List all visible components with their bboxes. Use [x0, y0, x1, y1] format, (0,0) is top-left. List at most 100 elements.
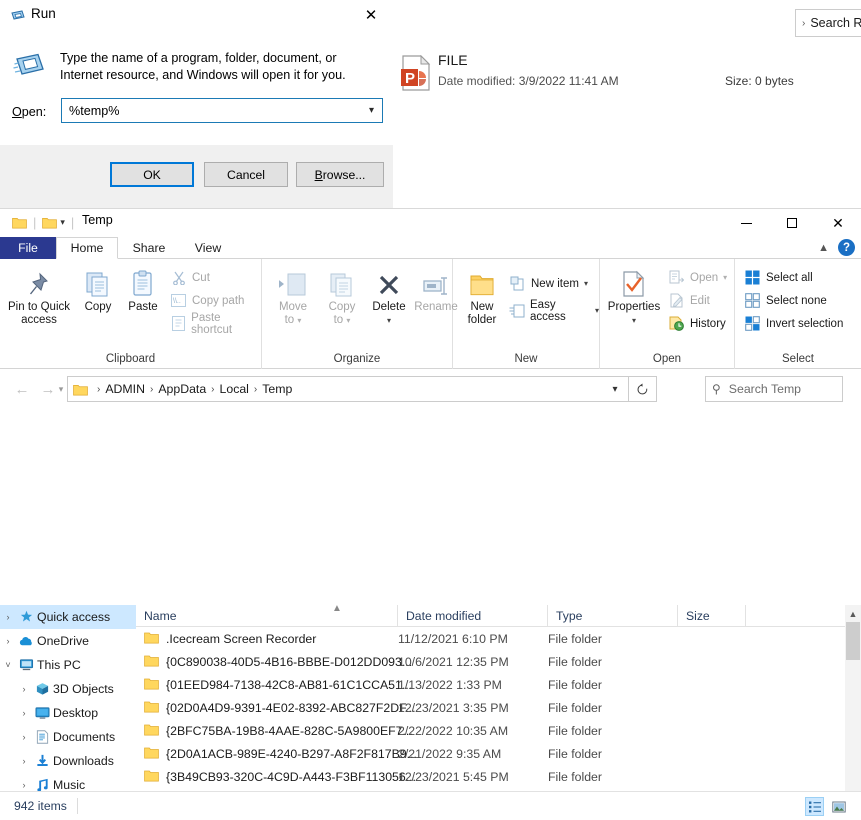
search-results-address-bar[interactable]: › Search Results in Temp ▾ [795, 9, 861, 37]
easy-access-label: Easy access [530, 298, 566, 323]
file-list-row[interactable]: {01EED984-7138-42C8-AB81-61C1CCA51... 1/1… [136, 673, 853, 696]
chevron-down-icon[interactable]: ▾ [361, 99, 382, 122]
run-browse-button[interactable]: Browse... [296, 162, 384, 187]
sidebar-item-3d-objects[interactable]: › 3D Objects [0, 677, 136, 701]
large-icons-view-icon [831, 801, 846, 812]
tab-share[interactable]: Share [118, 237, 180, 259]
breadcrumb-address-bar[interactable]: › ADMIN › AppData › Local › Temp ▾ [67, 376, 629, 402]
breadcrumb-item-temp[interactable]: Temp [262, 382, 292, 396]
column-header-type[interactable]: Type [548, 605, 678, 626]
edit-button[interactable]: Edit [668, 291, 710, 310]
easy-access-caret-icon[interactable]: ▾ [595, 306, 599, 315]
select-none-button[interactable]: Select none [744, 291, 827, 310]
properties-icon[interactable] [42, 216, 58, 229]
move-to-button[interactable]: Move to ▾ [270, 264, 316, 327]
chevron-right-icon[interactable]: › [16, 780, 32, 790]
explorer-minimize-button[interactable] [723, 209, 769, 237]
properties-caret-icon[interactable]: ▾ [632, 314, 636, 327]
properties-button[interactable]: Properties ▾ [602, 264, 666, 327]
history-button[interactable]: History [668, 314, 726, 333]
easy-access-button[interactable]: Easy access ▾ [509, 298, 599, 323]
chevron-right-icon[interactable]: › [16, 756, 32, 766]
search-result-item[interactable]: P FILE Date modified: 3/9/2022 11:41 AM … [398, 52, 818, 96]
sidebar-item-this-pc[interactable]: ˅ This PC [0, 653, 136, 677]
select-all-button[interactable]: Select all [744, 268, 813, 287]
run-cancel-button[interactable]: Cancel [204, 162, 288, 187]
file-date-cell: 2/21/2022 9:35 AM [398, 746, 502, 761]
file-list-scrollbar[interactable]: ▲ [845, 605, 861, 820]
column-header-date-modified[interactable]: Date modified [398, 605, 548, 626]
downloads-icon [32, 754, 53, 768]
pin-to-quick-access-button[interactable]: Pin to Quick access [4, 264, 74, 327]
run-close-button[interactable]: ✕ [349, 0, 393, 30]
sidebar-item-downloads[interactable]: › Downloads [0, 749, 136, 773]
invert-selection-label: Invert selection [766, 317, 844, 330]
paste-shortcut-button[interactable]: Paste shortcut [170, 312, 261, 336]
column-header-name[interactable]: Name [136, 605, 398, 626]
file-list-row[interactable]: {0C890038-40D5-4B16-BBBE-D012DD093... 10/… [136, 650, 853, 673]
file-list-row[interactable]: {2BFC75BA-19B8-4AAE-828C-5A9800EF7... 2/2… [136, 719, 853, 742]
file-list-row[interactable]: {3B49CB93-320C-4C9D-A443-F3BF113056... 12… [136, 765, 853, 788]
sidebar-item-documents[interactable]: › Documents [0, 725, 136, 749]
scroll-up-icon[interactable]: ▲ [845, 605, 861, 622]
large-icons-view-button[interactable] [829, 797, 848, 816]
explorer-refresh-button[interactable] [629, 376, 657, 402]
new-item-button[interactable]: New item ▾ [509, 274, 588, 293]
breadcrumb-item-appdata[interactable]: AppData [158, 382, 206, 396]
help-icon[interactable]: ? [838, 239, 855, 256]
chevron-right-icon[interactable]: › [16, 684, 32, 694]
tab-file[interactable]: File [0, 237, 56, 259]
column-header-size[interactable]: Size [678, 605, 746, 626]
file-type-cell: File folder [548, 769, 602, 784]
tab-home[interactable]: Home [56, 237, 118, 259]
file-list-row[interactable]: .Icecream Screen Recorder 11/12/2021 6:10… [136, 627, 853, 650]
run-dialog-titlebar[interactable]: Run ✕ [0, 0, 393, 32]
folder-icon[interactable] [12, 216, 27, 229]
file-list-row[interactable]: {02D0A4D9-9391-4E02-8392-ABC827F2DF... 12… [136, 696, 853, 719]
chevron-right-icon[interactable]: › [0, 636, 16, 646]
chevron-right-icon[interactable]: › [0, 612, 16, 622]
customize-caret-icon[interactable]: ▾ [60, 217, 65, 228]
copy-path-button[interactable]: \\.. Copy path [170, 291, 244, 310]
sidebar-item-label: OneDrive [37, 634, 89, 648]
recent-locations-button[interactable]: ▾ [54, 377, 68, 401]
paste-shortcut-icon [170, 316, 186, 332]
copy-button[interactable]: Copy [76, 264, 120, 314]
sidebar-item-quick-access[interactable]: › Quick access [0, 605, 136, 629]
collapse-ribbon-icon[interactable]: ▲ [818, 242, 829, 254]
delete-caret-icon[interactable]: ▾ [387, 314, 391, 327]
explorer-titlebar[interactable]: | ▾ | Temp ✕ [0, 209, 861, 237]
back-button[interactable]: ← [10, 377, 34, 401]
new-folder-button[interactable]: New folder [457, 264, 507, 327]
details-view-button[interactable] [805, 797, 824, 816]
explorer-maximize-button[interactable] [769, 209, 815, 237]
new-item-caret-icon[interactable]: ▾ [584, 279, 588, 288]
folder-icon [144, 631, 159, 647]
file-list-row[interactable]: {2D0A1ACB-989E-4240-B297-A8F2F817B9... 2/… [136, 742, 853, 765]
ribbon: Pin to Quick access Copy Paste Cut \\.. … [0, 259, 861, 369]
copy-to-button[interactable]: Copy to ▾ [320, 264, 364, 327]
run-ok-button[interactable]: OK [110, 162, 194, 187]
sidebar-item-onedrive[interactable]: › OneDrive [0, 629, 136, 653]
invert-selection-button[interactable]: Invert selection [744, 314, 843, 333]
breadcrumb-item-local[interactable]: Local [220, 382, 249, 396]
column-header-blank[interactable] [746, 605, 853, 626]
chevron-down-icon[interactable]: ▾ [602, 384, 628, 395]
explorer-search-box[interactable]: ⚲ Search Temp [705, 376, 843, 402]
scrollbar-thumb[interactable] [846, 622, 860, 660]
chevron-right-icon[interactable]: › [16, 732, 32, 742]
run-open-combobox[interactable]: %temp% ▾ [61, 98, 383, 123]
explorer-close-button[interactable]: ✕ [815, 209, 861, 237]
file-explorer-window: | ▾ | Temp ✕ File Home Share View ▲ ? Pi… [0, 208, 861, 820]
delete-button[interactable]: Delete ▾ [366, 264, 412, 327]
open-button[interactable]: Open ▾ [668, 268, 727, 287]
run-open-input[interactable]: %temp% [62, 104, 361, 118]
open-caret-icon[interactable]: ▾ [723, 273, 727, 282]
tab-view[interactable]: View [180, 237, 236, 259]
chevron-right-icon[interactable]: › [16, 708, 32, 718]
paste-button[interactable]: Paste [120, 264, 166, 314]
breadcrumb-item-admin[interactable]: ADMIN [105, 382, 145, 396]
chevron-down-icon[interactable]: ˅ [0, 660, 16, 670]
sidebar-item-desktop[interactable]: › Desktop [0, 701, 136, 725]
cut-button[interactable]: Cut [170, 268, 210, 287]
